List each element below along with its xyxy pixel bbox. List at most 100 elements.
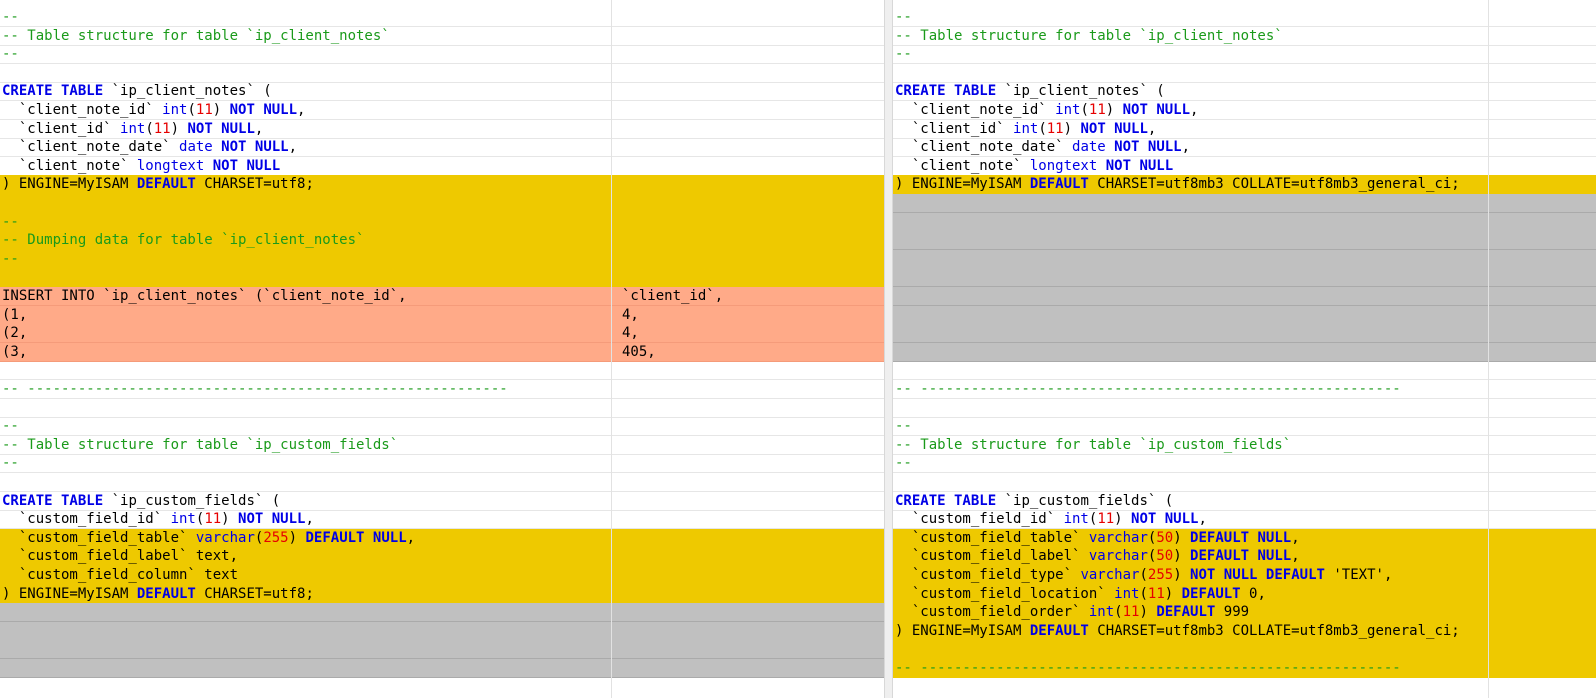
left-line-11[interactable] bbox=[0, 194, 884, 213]
line-text: `custom_field_order` int(11) DEFAULT 999 bbox=[895, 604, 1250, 621]
right-line-16[interactable] bbox=[893, 287, 1596, 306]
left-line-3[interactable]: -- bbox=[0, 45, 884, 65]
line-text-col2: 4, bbox=[622, 306, 639, 323]
right-line-5[interactable]: CREATE TABLE `ip_client_notes` ( bbox=[893, 82, 1596, 102]
right-line-26[interactable] bbox=[893, 473, 1596, 492]
line-text: -- bbox=[2, 250, 19, 267]
left-line-17[interactable]: (1, 4, bbox=[0, 305, 884, 325]
right-line-35[interactable] bbox=[893, 640, 1596, 660]
right-line-31[interactable]: `custom_field_type` varchar(255) NOT NUL… bbox=[893, 566, 1596, 585]
line-text: -- -------------------------------------… bbox=[895, 660, 1401, 676]
right-line-21[interactable]: -- -------------------------------------… bbox=[893, 380, 1596, 399]
right-line-28[interactable]: `custom_field_id` int(11) NOT NULL, bbox=[893, 510, 1596, 530]
left-line-31[interactable]: `custom_field_column` text bbox=[0, 566, 884, 585]
left-line-21[interactable]: -- -------------------------------------… bbox=[0, 380, 884, 399]
left-line-24[interactable]: -- Table structure for table `ip_custom_… bbox=[0, 436, 884, 455]
left-line-28[interactable]: `custom_field_id` int(11) NOT NULL, bbox=[0, 510, 884, 530]
line-text: -- bbox=[2, 213, 19, 230]
column-guide bbox=[611, 0, 612, 698]
left-line-16[interactable]: INSERT INTO `ip_client_notes` (`client_n… bbox=[0, 287, 884, 306]
right-line-1[interactable]: -- bbox=[893, 8, 1596, 27]
line-text: `custom_field_table` varchar(255) DEFAUL… bbox=[2, 529, 416, 546]
right-line-12[interactable] bbox=[893, 212, 1596, 232]
right-line-18[interactable] bbox=[893, 324, 1596, 344]
pane-splitter[interactable] bbox=[884, 0, 893, 698]
line-text: `custom_field_id` int(11) NOT NULL, bbox=[895, 511, 1207, 528]
right-line-20[interactable] bbox=[893, 361, 1596, 381]
line-text: -- bbox=[895, 9, 912, 25]
line-text: `custom_field_label` varchar(50) DEFAULT… bbox=[895, 548, 1300, 565]
left-line-23[interactable]: -- bbox=[0, 417, 884, 437]
right-line-32[interactable]: `custom_field_location` int(11) DEFAULT … bbox=[893, 584, 1596, 604]
right-line-27[interactable]: CREATE TABLE `ip_custom_fields` ( bbox=[893, 492, 1596, 511]
left-line-6[interactable]: `client_note_id` int(11) NOT NULL, bbox=[0, 101, 884, 120]
left-line-30[interactable]: `custom_field_label` text, bbox=[0, 547, 884, 567]
right-line-2[interactable]: -- Table structure for table `ip_client_… bbox=[893, 27, 1596, 46]
left-line-8[interactable]: `client_note_date` date NOT NULL, bbox=[0, 138, 884, 158]
right-line-24[interactable]: -- Table structure for table `ip_custom_… bbox=[893, 436, 1596, 455]
right-line-17[interactable] bbox=[893, 305, 1596, 325]
left-diff-pane[interactable]: -- -- Table structure for table `ip_clien… bbox=[0, 0, 884, 698]
left-line-4[interactable] bbox=[0, 64, 884, 83]
right-line-10[interactable]: ) ENGINE=MyISAM DEFAULT CHARSET=utf8mb3 … bbox=[893, 175, 1596, 195]
line-text: -- Table structure for table `ip_custom_… bbox=[895, 436, 1292, 453]
right-line-7[interactable]: `client_id` int(11) NOT NULL, bbox=[893, 120, 1596, 139]
left-line-2[interactable]: -- Table structure for table `ip_client_… bbox=[0, 27, 884, 46]
line-text: -- bbox=[2, 9, 19, 25]
left-line-7[interactable]: `client_id` int(11) NOT NULL, bbox=[0, 120, 884, 139]
left-line-34[interactable] bbox=[0, 621, 884, 641]
left-line-15[interactable] bbox=[0, 268, 884, 288]
right-line-33[interactable]: `custom_field_order` int(11) DEFAULT 999 bbox=[893, 603, 1596, 623]
right-line-8[interactable]: `client_note_date` date NOT NULL, bbox=[893, 138, 1596, 158]
left-line-9[interactable]: `client_note` longtext NOT NULL bbox=[0, 157, 884, 176]
line-text: CREATE TABLE `ip_client_notes` ( bbox=[2, 83, 272, 100]
line-text: CREATE TABLE `ip_client_notes` ( bbox=[895, 83, 1165, 100]
line-text: -- Dumping data for table `ip_client_not… bbox=[2, 232, 365, 249]
line-text: `client_note_date` date NOT NULL, bbox=[2, 139, 298, 156]
right-line-19[interactable] bbox=[893, 342, 1596, 362]
right-line-14[interactable] bbox=[893, 249, 1596, 269]
left-line-19[interactable]: (3, 405, bbox=[0, 342, 884, 362]
line-text: -- bbox=[2, 46, 19, 63]
right-diff-pane[interactable]: -- -- Table structure for table `ip_clien… bbox=[893, 0, 1596, 698]
right-line-22[interactable] bbox=[893, 399, 1596, 418]
right-line-4[interactable] bbox=[893, 64, 1596, 83]
left-line-29[interactable]: `custom_field_table` varchar(255) DEFAUL… bbox=[0, 528, 884, 548]
line-text: INSERT INTO `ip_client_notes` (`client_n… bbox=[2, 288, 407, 304]
left-line-13[interactable]: -- Dumping data for table `ip_client_not… bbox=[0, 231, 884, 251]
left-line-5[interactable]: CREATE TABLE `ip_client_notes` ( bbox=[0, 82, 884, 102]
right-line-3[interactable]: -- bbox=[893, 45, 1596, 65]
left-line-26[interactable] bbox=[0, 473, 884, 492]
left-line-14[interactable]: -- bbox=[0, 249, 884, 269]
right-line-15[interactable] bbox=[893, 268, 1596, 288]
right-line-11[interactable] bbox=[893, 194, 1596, 213]
line-text: ) ENGINE=MyISAM DEFAULT CHARSET=utf8; bbox=[2, 176, 314, 193]
left-line-32[interactable]: ) ENGINE=MyISAM DEFAULT CHARSET=utf8; bbox=[0, 584, 884, 604]
left-line-35[interactable] bbox=[0, 640, 884, 660]
right-line-9[interactable]: `client_note` longtext NOT NULL bbox=[893, 157, 1596, 176]
left-line-10[interactable]: ) ENGINE=MyISAM DEFAULT CHARSET=utf8; bbox=[0, 175, 884, 195]
right-line-36[interactable]: -- -------------------------------------… bbox=[893, 659, 1596, 678]
line-text: `custom_field_type` varchar(255) NOT NUL… bbox=[895, 567, 1393, 583]
left-line-1[interactable]: -- bbox=[0, 8, 884, 27]
left-line-20[interactable] bbox=[0, 361, 884, 381]
left-line-12[interactable]: -- bbox=[0, 212, 884, 232]
left-line-33[interactable] bbox=[0, 603, 884, 623]
left-line-25[interactable]: -- bbox=[0, 454, 884, 474]
line-text: `client_note_date` date NOT NULL, bbox=[895, 139, 1191, 156]
line-text: -- Table structure for table `ip_client_… bbox=[895, 27, 1283, 44]
line-text: CREATE TABLE `ip_custom_fields` ( bbox=[895, 492, 1174, 509]
left-line-27[interactable]: CREATE TABLE `ip_custom_fields` ( bbox=[0, 492, 884, 511]
right-line-13[interactable] bbox=[893, 231, 1596, 251]
left-line-18[interactable]: (2, 4, bbox=[0, 324, 884, 344]
right-line-6[interactable]: `client_note_id` int(11) NOT NULL, bbox=[893, 101, 1596, 120]
left-line-22[interactable] bbox=[0, 399, 884, 418]
right-line-29[interactable]: `custom_field_table` varchar(50) DEFAULT… bbox=[893, 528, 1596, 548]
left-line-36[interactable] bbox=[0, 659, 884, 678]
right-line-34[interactable]: ) ENGINE=MyISAM DEFAULT CHARSET=utf8mb3 … bbox=[893, 621, 1596, 641]
right-line-30[interactable]: `custom_field_label` varchar(50) DEFAULT… bbox=[893, 547, 1596, 567]
right-line-23[interactable]: -- bbox=[893, 417, 1596, 437]
line-text: (1, bbox=[2, 306, 28, 323]
right-line-25[interactable]: -- bbox=[893, 454, 1596, 474]
line-text: (2, bbox=[2, 325, 28, 342]
